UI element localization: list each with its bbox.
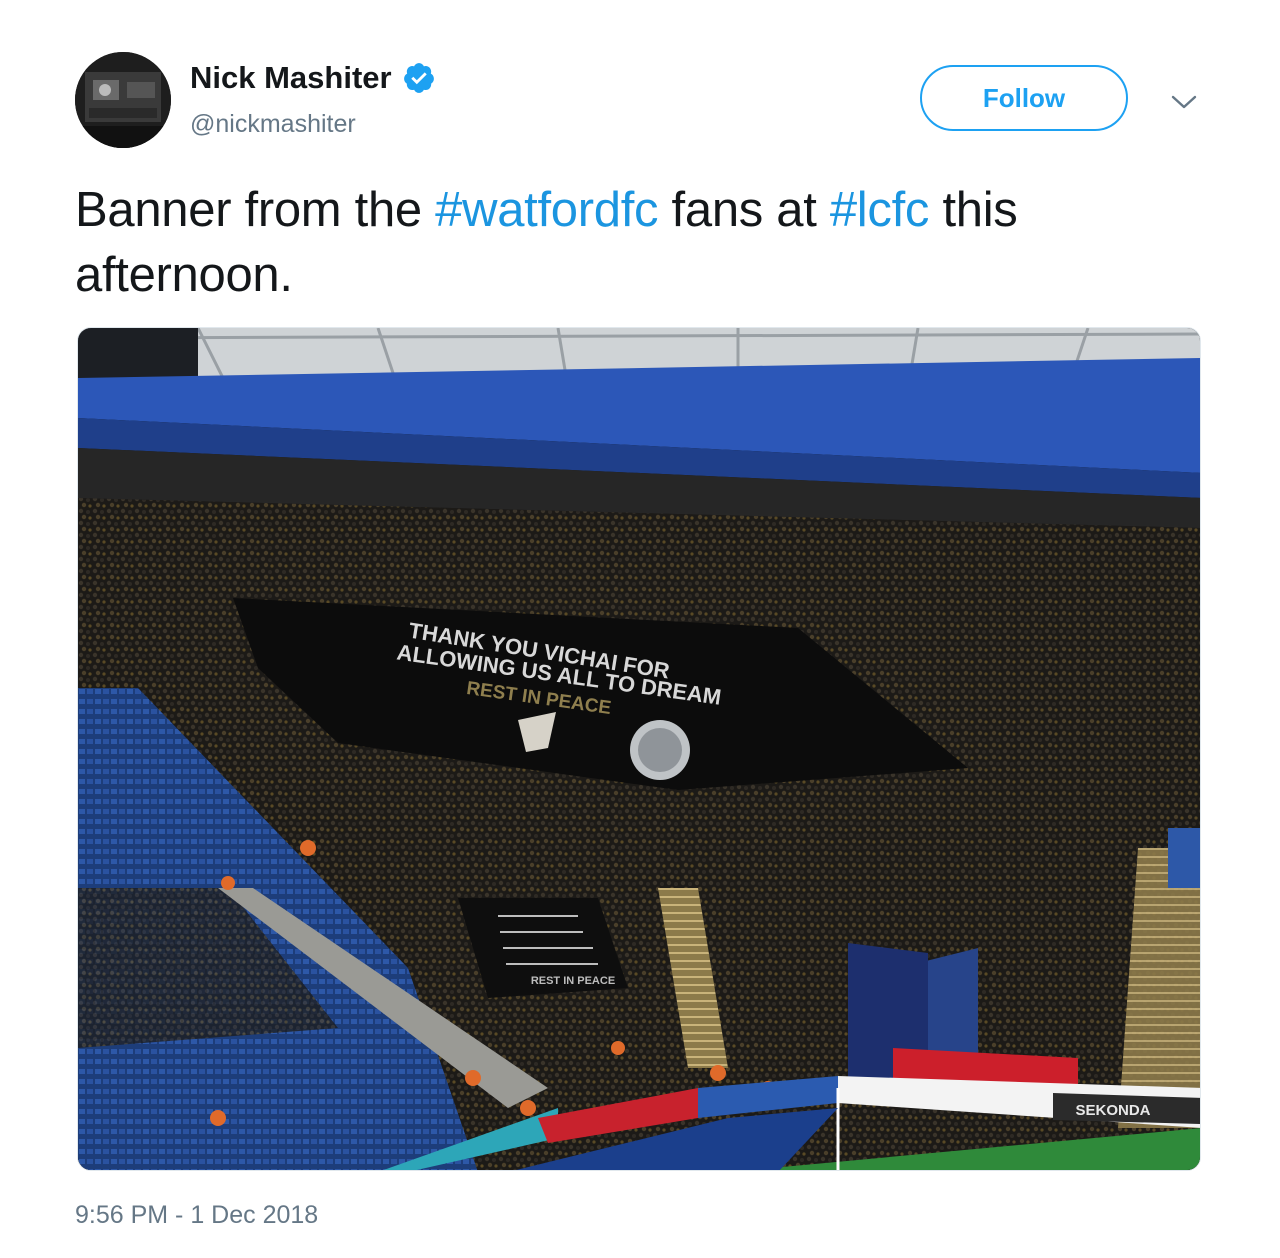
tweet-photo[interactable]: THANK YOU VICHAI FOR ALLOWING US ALL TO … (77, 327, 1201, 1171)
verified-badge-icon (402, 61, 436, 95)
author-display-name[interactable]: Nick Mashiter (190, 60, 392, 96)
ad-board-text: SEKONDA (1075, 1102, 1150, 1119)
tweet-text-part: Banner from the (75, 183, 436, 237)
small-banner-text: REST IN PEACE (531, 975, 615, 987)
avatar[interactable] (75, 52, 171, 148)
tweet-text: Banner from the #watfordfc fans at #lcfc… (75, 178, 1215, 308)
author-handle[interactable]: @nickmashiter (190, 110, 356, 139)
chevron-down-icon[interactable] (1170, 92, 1198, 112)
author-name-row[interactable]: Nick Mashiter (190, 60, 436, 96)
tweet-timestamp[interactable]: 9:56 PM - 1 Dec 2018 (75, 1201, 318, 1230)
hashtag-link-lcfc[interactable]: #lcfc (830, 183, 930, 237)
hashtag-link-watfordfc[interactable]: #watfordfc (435, 183, 658, 237)
follow-button[interactable]: Follow (920, 65, 1128, 131)
tweet-text-part: fans at (658, 183, 830, 237)
